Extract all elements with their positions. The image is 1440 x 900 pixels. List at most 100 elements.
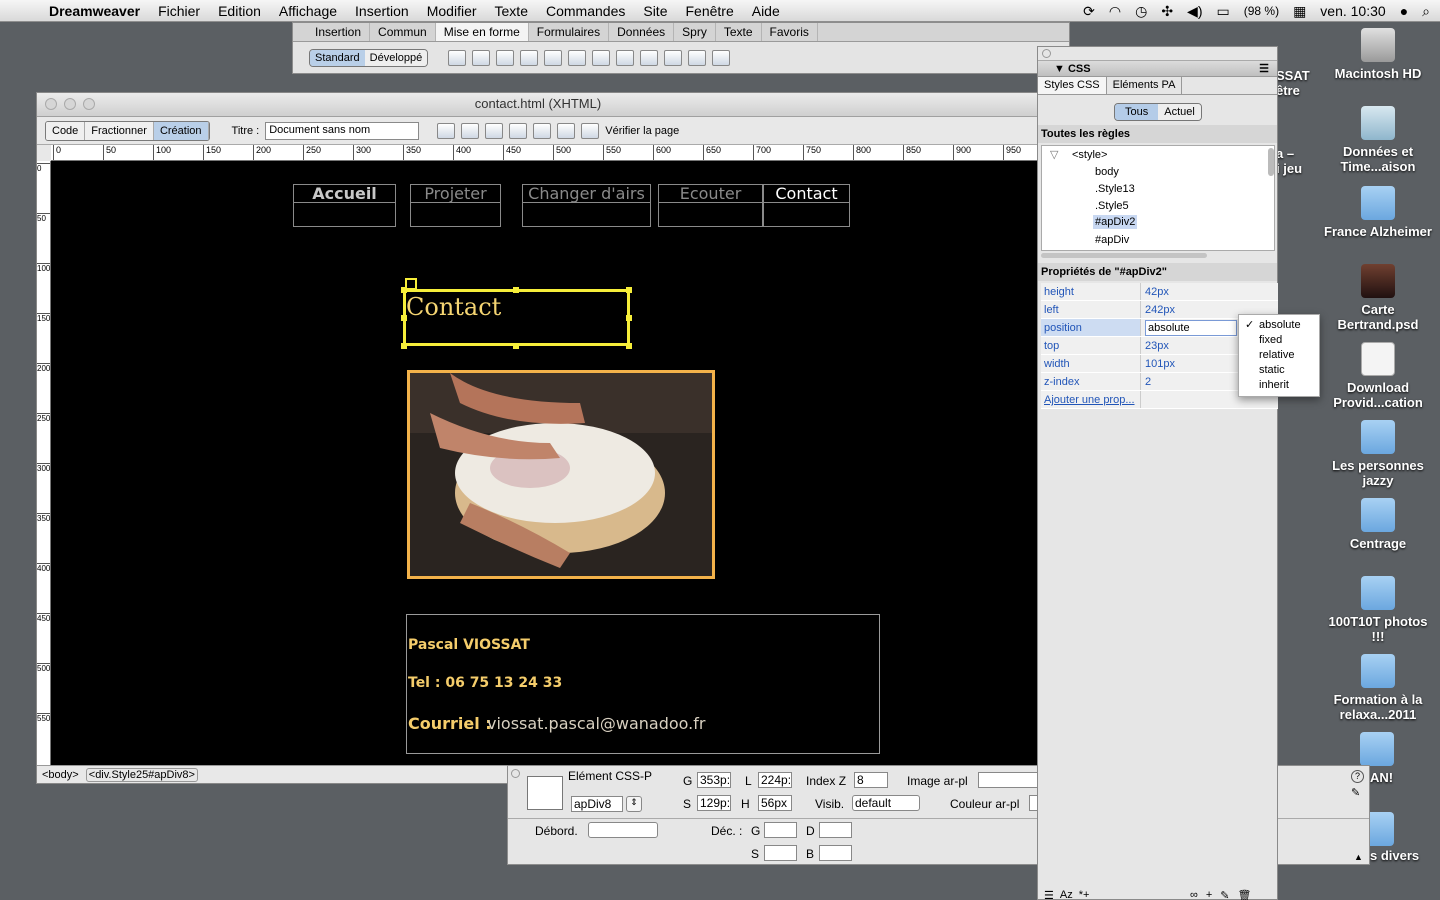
tab-styles-css[interactable]: Styles CSS: [1038, 77, 1107, 94]
clip-right-field[interactable]: [819, 822, 852, 838]
help-icon[interactable]: ?: [1351, 770, 1364, 783]
view-code-button[interactable]: Code: [46, 121, 86, 140]
show-category-view-icon[interactable]: ☰: [1044, 889, 1054, 900]
preview-browser-icon[interactable]: [461, 122, 480, 139]
zoom-icon[interactable]: [83, 98, 95, 110]
insert-column-right-icon[interactable]: [592, 50, 611, 66]
edit-rule-icon[interactable]: ✎: [1220, 889, 1229, 900]
contact-info-box[interactable]: Pascal VIOSSAT Tel : 06 75 13 24 33 Cour…: [406, 614, 880, 754]
clip-bottom-field[interactable]: [819, 845, 852, 861]
desktop-icon-france-alzheimer[interactable]: France Alzheimer: [1323, 186, 1433, 239]
desktop-icon-centrage[interactable]: Centrage: [1323, 498, 1433, 551]
width-field[interactable]: 224p:: [758, 772, 792, 788]
tab-donnees[interactable]: Données: [609, 23, 675, 41]
check-page-icon[interactable]: [581, 122, 600, 139]
new-rule-icon[interactable]: +: [1206, 889, 1212, 900]
position-value-field[interactable]: absolute: [1145, 320, 1237, 336]
time-machine-icon[interactable]: ◷: [1135, 3, 1147, 20]
panel-grip[interactable]: [1038, 47, 1277, 61]
refresh-icon[interactable]: [485, 122, 504, 139]
tag-apdiv8[interactable]: <div.Style25#apDiv8>: [85, 768, 198, 782]
insert-div-icon[interactable]: [472, 50, 491, 66]
menu-modifier[interactable]: Modifier: [418, 3, 486, 19]
close-icon[interactable]: [511, 769, 520, 778]
table-icon[interactable]: [448, 50, 467, 66]
user-icon[interactable]: ●: [1400, 3, 1408, 19]
file-management-icon[interactable]: [437, 122, 456, 139]
layout-table-icon[interactable]: [616, 50, 635, 66]
design-canvas[interactable]: Accueil Projeter Changer d'airs Ecouter …: [51, 161, 1039, 765]
check-page-button[interactable]: Vérifier la page: [605, 125, 679, 137]
disclosure-icon[interactable]: ▽: [1050, 148, 1058, 161]
nav-item-projeter[interactable]: Projeter: [410, 184, 501, 227]
rule-apdiv[interactable]: #apDiv: [1095, 234, 1129, 246]
menu-aide[interactable]: Aide: [743, 3, 789, 19]
desktop-icon-formation[interactable]: Formation à la relaxa...2011: [1323, 654, 1433, 722]
attach-stylesheet-icon[interactable]: ∞: [1190, 889, 1198, 900]
tab-mise-en-forme[interactable]: Mise en forme: [435, 23, 529, 41]
mode-actuel-button[interactable]: Actuel: [1158, 104, 1201, 120]
resize-handle[interactable]: [513, 287, 519, 293]
bluetooth-icon[interactable]: ✣: [1161, 3, 1173, 20]
edit-icon[interactable]: ✎: [1351, 786, 1360, 799]
tab-texte[interactable]: Texte: [716, 23, 762, 41]
close-icon[interactable]: [45, 98, 57, 110]
menu-fichier[interactable]: Fichier: [149, 3, 209, 19]
show-alpha-view-icon[interactable]: Az: [1060, 889, 1073, 900]
wifi-icon[interactable]: ◠: [1109, 3, 1121, 20]
drum-photo[interactable]: [407, 370, 715, 579]
spotlight-icon[interactable]: ⌕: [1422, 3, 1430, 20]
title-input[interactable]: Document sans nom: [265, 121, 420, 140]
calendar-icon[interactable]: ▦: [1293, 3, 1306, 20]
menu-insertion[interactable]: Insertion: [346, 3, 418, 19]
contact-mail[interactable]: viossat.pascal@wanadoo.fr: [487, 714, 705, 733]
bg-image-field[interactable]: [978, 772, 1038, 788]
mode-standard-button[interactable]: Standard: [310, 50, 365, 66]
validate-icon[interactable]: [557, 122, 576, 139]
view-split-button[interactable]: Fractionner: [85, 121, 154, 140]
property-row[interactable]: height 42px: [1041, 283, 1278, 301]
frames-menu-icon[interactable]: [688, 50, 707, 66]
tab-elements-pa[interactable]: Eléments PA: [1107, 77, 1183, 94]
option-inherit[interactable]: inherit: [1239, 378, 1319, 393]
tab-formulaires[interactable]: Formulaires: [529, 23, 610, 41]
overflow-select[interactable]: [588, 822, 658, 838]
clip-left-field[interactable]: [764, 822, 797, 838]
menu-affichage[interactable]: Affichage: [270, 3, 346, 19]
resize-handle[interactable]: [401, 315, 407, 321]
scrollbar-thumb[interactable]: [1268, 148, 1274, 176]
css-panel-header[interactable]: ▼ CSS ☰: [1038, 61, 1277, 77]
battery-percent[interactable]: (98 %): [1244, 4, 1279, 18]
resize-handle[interactable]: [401, 343, 407, 349]
top-field[interactable]: 129p:: [697, 795, 731, 811]
document-titlebar[interactable]: contact.html (XHTML): [37, 93, 1039, 117]
insert-row-above-icon[interactable]: [520, 50, 539, 66]
desktop-icon-carte-bertrand[interactable]: Carte Bertrand.psd: [1323, 264, 1433, 332]
panel-options-icon[interactable]: ☰: [1259, 61, 1269, 77]
visibility-select[interactable]: default: [852, 795, 920, 811]
left-field[interactable]: 353p:: [697, 772, 731, 788]
resize-handle[interactable]: [513, 343, 519, 349]
nav-item-ecouter[interactable]: Ecouter: [658, 184, 763, 227]
rules-tree[interactable]: ▽ <style> body .Style13 .Style5 #apDiv2 …: [1041, 145, 1275, 251]
menu-app[interactable]: Dreamweaver: [40, 3, 149, 19]
desktop-icon-macintosh-hd[interactable]: Macintosh HD: [1323, 28, 1433, 81]
battery-icon[interactable]: ▭: [1216, 3, 1229, 20]
rule-apdiv2[interactable]: #apDiv2: [1093, 215, 1138, 229]
sync-icon[interactable]: ⟳: [1083, 3, 1095, 20]
menu-texte[interactable]: Texte: [486, 3, 537, 19]
tag-body[interactable]: <body>: [40, 769, 81, 781]
resize-handle[interactable]: [626, 315, 632, 321]
menu-edition[interactable]: Edition: [209, 3, 270, 19]
element-id-field[interactable]: apDiv8: [571, 796, 623, 812]
minimize-icon[interactable]: [64, 98, 76, 110]
rule-style[interactable]: <style>: [1072, 149, 1107, 161]
desktop-icon-100t10t[interactable]: 100T10T photos !!!: [1323, 576, 1433, 644]
collapse-icon[interactable]: ▲: [1354, 852, 1363, 862]
tab-commun[interactable]: Commun: [370, 23, 436, 41]
add-property-link[interactable]: Ajouter une prop...: [1041, 391, 1141, 408]
show-set-properties-icon[interactable]: *+: [1079, 889, 1090, 900]
clock[interactable]: ven. 10:30: [1320, 3, 1385, 19]
option-absolute[interactable]: ✓ absolute: [1239, 318, 1319, 333]
menu-site[interactable]: Site: [634, 3, 676, 19]
